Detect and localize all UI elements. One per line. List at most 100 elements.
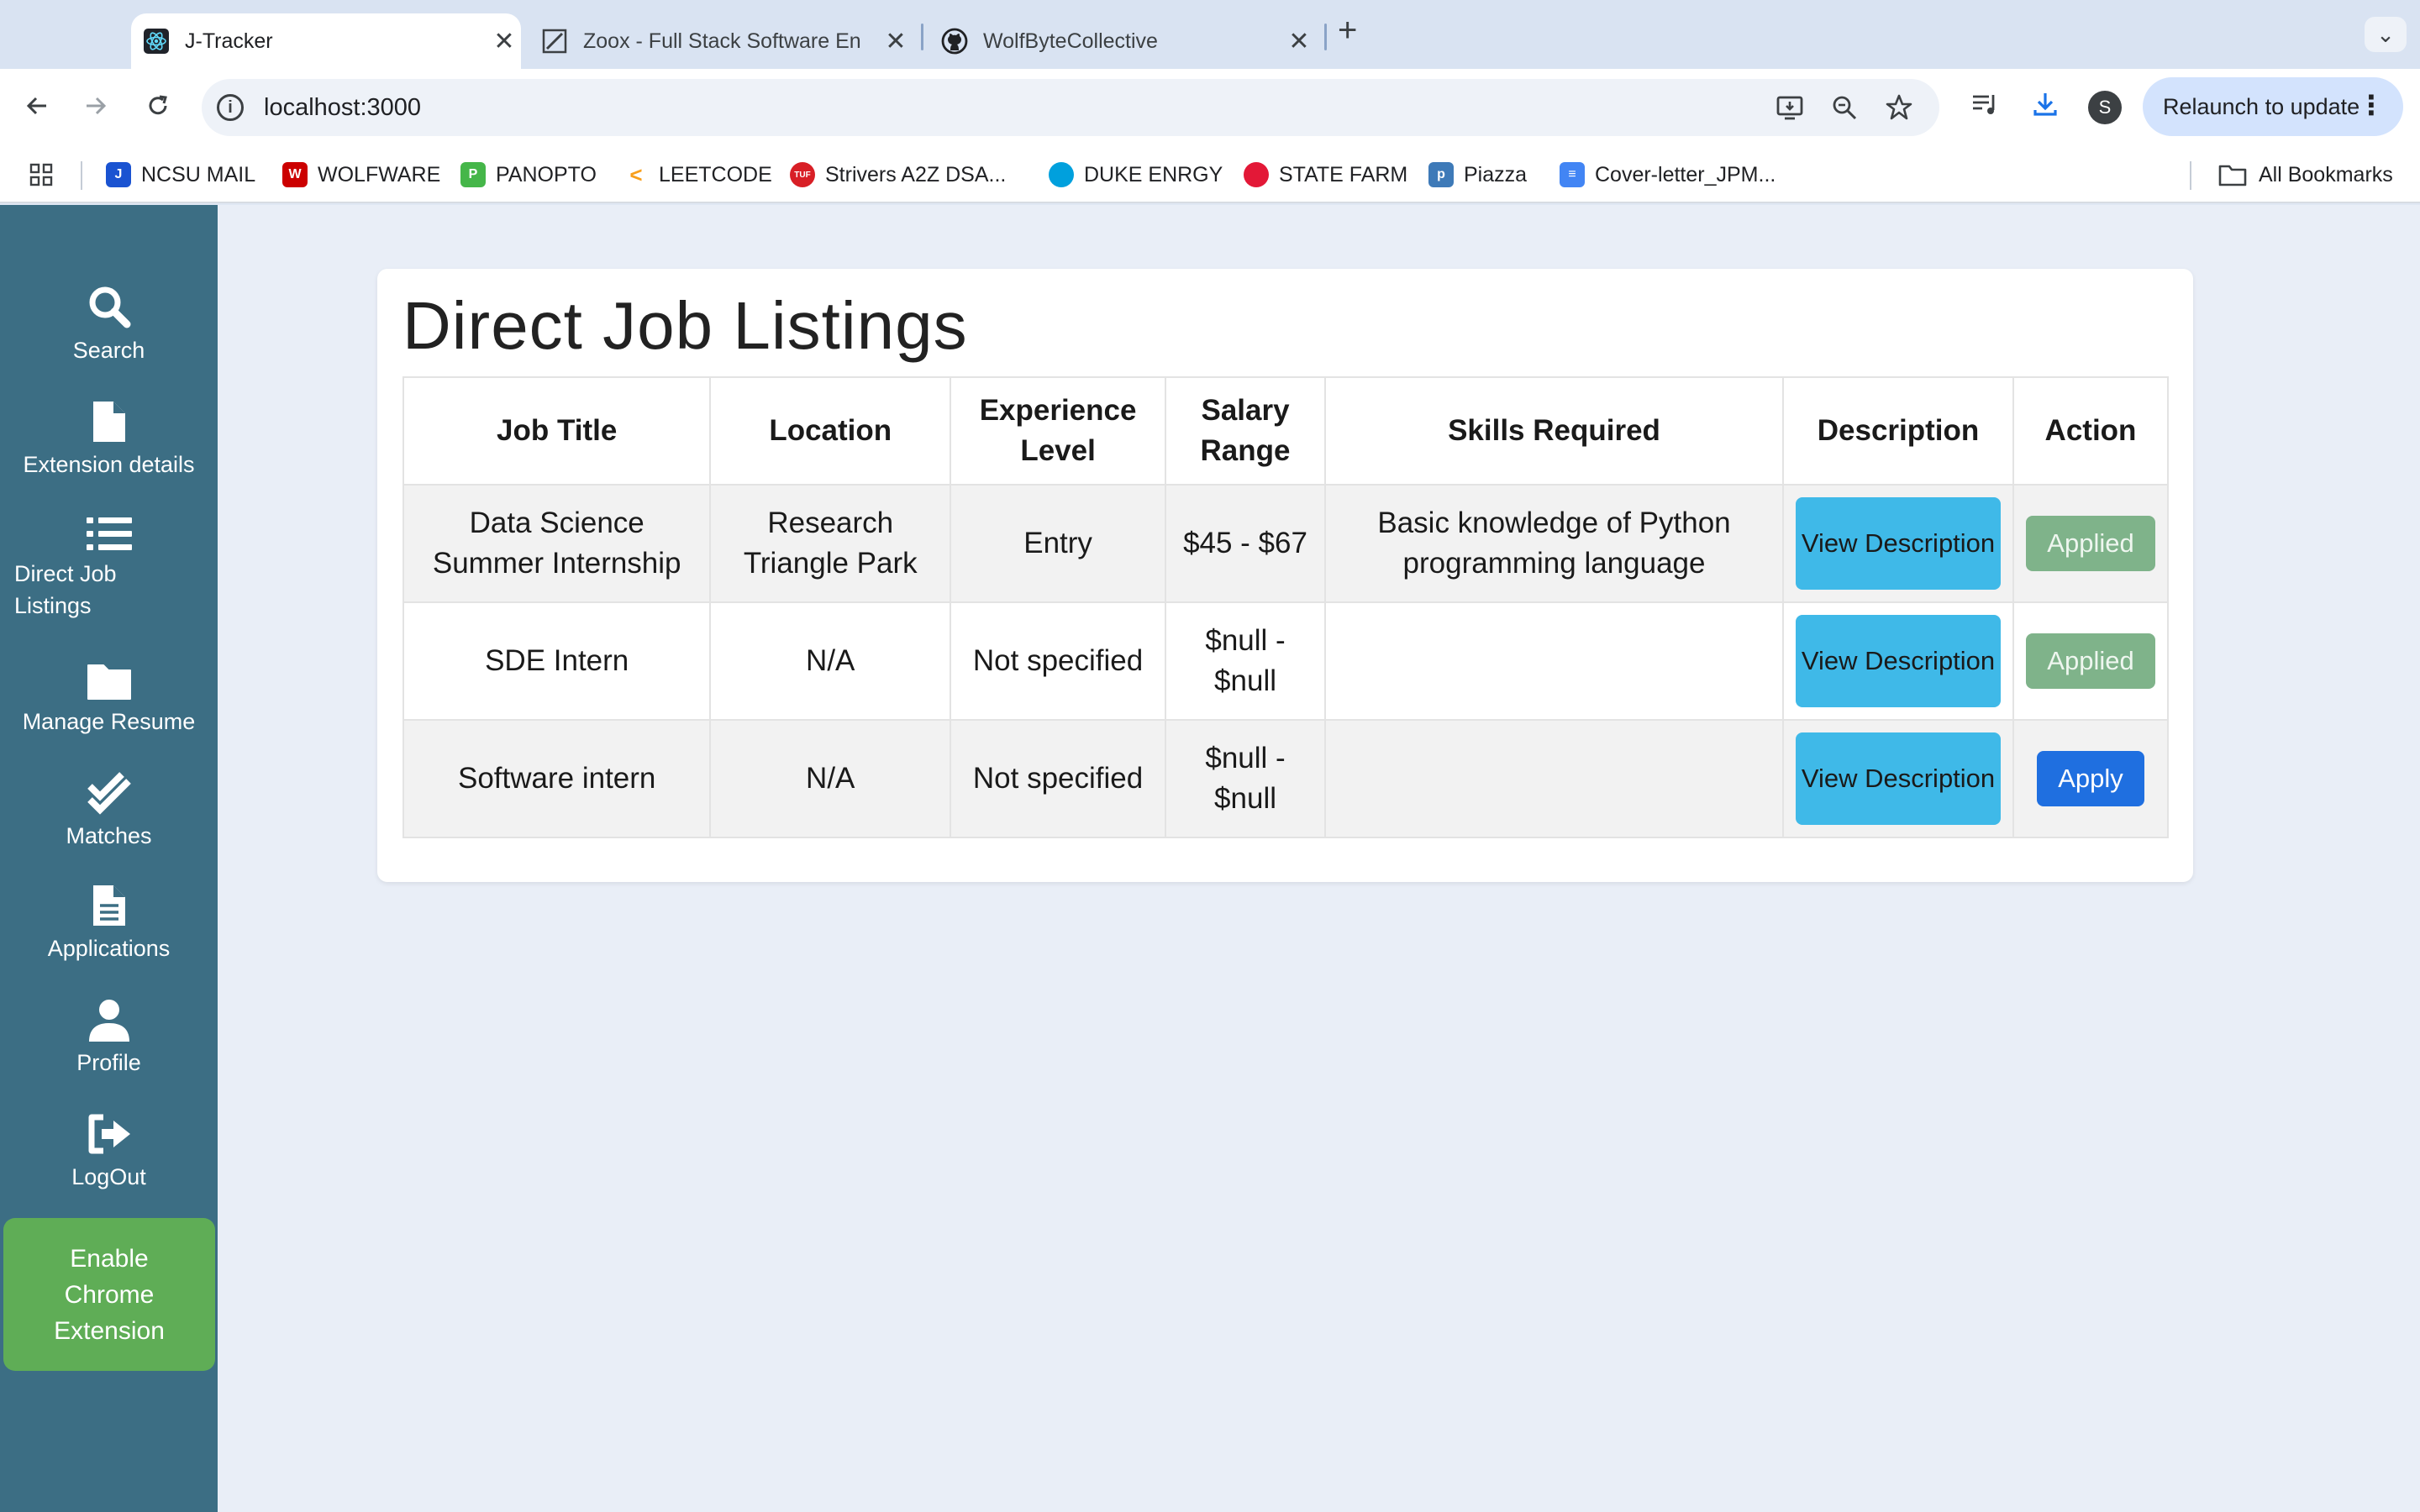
view-description-button[interactable]: View Description	[1796, 615, 2002, 707]
reload-icon[interactable]	[139, 87, 176, 124]
bookmark-cover-letter[interactable]: ≡ Cover-letter_JPM...	[1560, 161, 1776, 188]
bookmark-duke-energy[interactable]: DUKE ENRGY	[1049, 161, 1223, 188]
google-docs-icon: ≡	[1560, 162, 1585, 187]
bookmark-panopto[interactable]: P PANOPTO	[460, 161, 597, 188]
description-cell: View Description	[1782, 484, 2014, 603]
back-arrow-icon[interactable]	[18, 87, 55, 124]
relaunch-label: Relaunch to update	[2163, 93, 2360, 119]
leetcode-icon: <	[623, 162, 649, 187]
job-title-cell: Software intern	[402, 719, 712, 838]
sidebar-item-label: Matches	[66, 823, 152, 848]
column-header: Skills Required	[1323, 376, 1785, 486]
list-icon	[0, 516, 218, 553]
tab-wolfbytecollective[interactable]: WolfByteCollective ✕	[929, 13, 1316, 69]
sidebar-item-profile[interactable]: Profile	[0, 998, 218, 1079]
document-icon	[0, 884, 218, 927]
tab-separator	[921, 24, 923, 50]
table-row: SDE Intern N/A Not specified $null - $nu…	[402, 601, 2169, 721]
table-row: Software intern N/A Not specified $null …	[402, 719, 2169, 838]
download-icon[interactable]	[2028, 87, 2062, 121]
location-cell: N/A	[709, 601, 952, 721]
tab-search-chevron-icon[interactable]: ⌄	[2365, 17, 2407, 52]
tab-separator	[1324, 24, 1327, 50]
sidebar-item-label: Search	[72, 338, 145, 363]
applied-button[interactable]: Applied	[2026, 516, 2155, 571]
action-cell: Apply	[2012, 719, 2169, 838]
piazza-icon: p	[1428, 162, 1454, 187]
applied-button[interactable]: Applied	[2026, 633, 2155, 689]
all-bookmarks[interactable]: All Bookmarks	[2218, 161, 2393, 188]
state-farm-icon	[1244, 162, 1269, 187]
sidebar-item-applications[interactable]: Applications	[0, 884, 218, 964]
sidebar-item-label: Applications	[47, 936, 171, 961]
column-header: Experience Level	[950, 376, 1167, 486]
bookmark-label: Strivers A2Z DSA...	[825, 162, 1007, 186]
bookmark-ncsu-mail[interactable]: J NCSU MAIL	[106, 161, 255, 188]
column-header: Action	[2012, 376, 2169, 486]
close-icon[interactable]: ✕	[879, 27, 913, 56]
bookmark-leetcode[interactable]: < LEETCODE	[623, 161, 772, 188]
sidebar-item-manage-resume[interactable]: Manage Resume	[0, 662, 218, 738]
wolfware-icon: W	[282, 162, 308, 187]
experience-cell: Entry	[950, 484, 1167, 603]
install-app-icon[interactable]	[1775, 92, 1805, 123]
search-icon	[0, 284, 218, 329]
apply-button[interactable]: Apply	[2037, 751, 2144, 806]
column-header: Job Title	[402, 376, 712, 486]
bookmark-separator	[2190, 161, 2191, 190]
description-cell: View Description	[1782, 601, 2014, 721]
zoom-icon[interactable]	[1829, 92, 1860, 123]
sidebar-item-extension-details[interactable]: Extension details	[0, 400, 218, 480]
enable-chrome-extension-button[interactable]: Enable Chrome Extension	[3, 1218, 215, 1371]
bookmark-strivers[interactable]: TUF Strivers A2Z DSA...	[790, 161, 1006, 188]
close-icon[interactable]: ✕	[487, 27, 521, 56]
github-icon	[941, 28, 968, 55]
folder-icon	[0, 662, 218, 701]
file-icon	[0, 400, 218, 444]
bookmark-label: Piazza	[1464, 162, 1528, 186]
salary-cell: $null - $null	[1165, 719, 1326, 838]
salary-cell: $45 - $67	[1165, 484, 1326, 603]
tab-j-tracker[interactable]: J-Tracker ✕	[131, 13, 521, 69]
avatar[interactable]: S	[2088, 91, 2122, 124]
sidebar-item-matches[interactable]: Matches	[0, 769, 218, 852]
bookmark-piazza[interactable]: p Piazza	[1428, 161, 1527, 188]
table-header-row: Job Title Location Experience Level Sala…	[402, 376, 2169, 486]
bookmark-wolfware[interactable]: W WOLFWARE	[282, 161, 440, 188]
tab-zoox[interactable]: Zoox - Full Stack Software En ✕	[529, 13, 913, 69]
media-controls-icon[interactable]	[1968, 87, 2002, 121]
sidebar: Search Extension details Direct Job List…	[0, 205, 218, 1512]
forward-arrow-icon[interactable]	[77, 87, 114, 124]
logout-icon	[0, 1112, 218, 1156]
view-description-button[interactable]: View Description	[1796, 497, 2002, 590]
tab-title: J-Tracker	[185, 29, 273, 53]
page-title: Direct Job Listings	[402, 288, 968, 363]
bookmark-star-icon[interactable]	[1884, 92, 1914, 123]
relaunch-button[interactable]: Relaunch to update ⋮	[2143, 77, 2403, 136]
sidebar-item-direct-job-listings[interactable]: Direct Job Listings	[0, 516, 218, 622]
apps-grid-icon[interactable]	[29, 161, 54, 188]
more-menu-icon[interactable]: ⋮	[2358, 89, 2385, 121]
bookmark-state-farm[interactable]: STATE FARM	[1244, 161, 1407, 188]
sidebar-item-search[interactable]: Search	[0, 284, 218, 366]
location-cell: Research Triangle Park	[709, 484, 952, 603]
sidebar-item-label: Extension details	[23, 452, 195, 477]
view-description-button[interactable]: View Description	[1796, 732, 2002, 825]
react-icon	[143, 28, 170, 55]
sidebar-item-logout[interactable]: LogOut	[0, 1112, 218, 1193]
tab-title: WolfByteCollective	[983, 29, 1158, 53]
address-bar[interactable]: i localhost:3000	[202, 79, 1939, 136]
bookmark-label: STATE FARM	[1279, 162, 1408, 186]
bookmark-separator	[81, 161, 82, 190]
column-header: Location	[709, 376, 952, 486]
job-listings-card: Direct Job Listings Job Title Location E…	[377, 269, 2193, 882]
table-row: Data Science Summer Internship Research …	[402, 484, 2169, 603]
new-tab-icon[interactable]: +	[1338, 12, 1357, 50]
bookmark-label: LEETCODE	[659, 162, 772, 186]
experience-cell: Not specified	[950, 719, 1167, 838]
site-info-icon[interactable]: i	[217, 94, 244, 121]
job-title-cell: SDE Intern	[402, 601, 712, 721]
close-icon[interactable]: ✕	[1282, 27, 1316, 56]
sidebar-item-label: Profile	[76, 1050, 141, 1075]
bookmark-label: Cover-letter_JPM...	[1595, 162, 1776, 186]
